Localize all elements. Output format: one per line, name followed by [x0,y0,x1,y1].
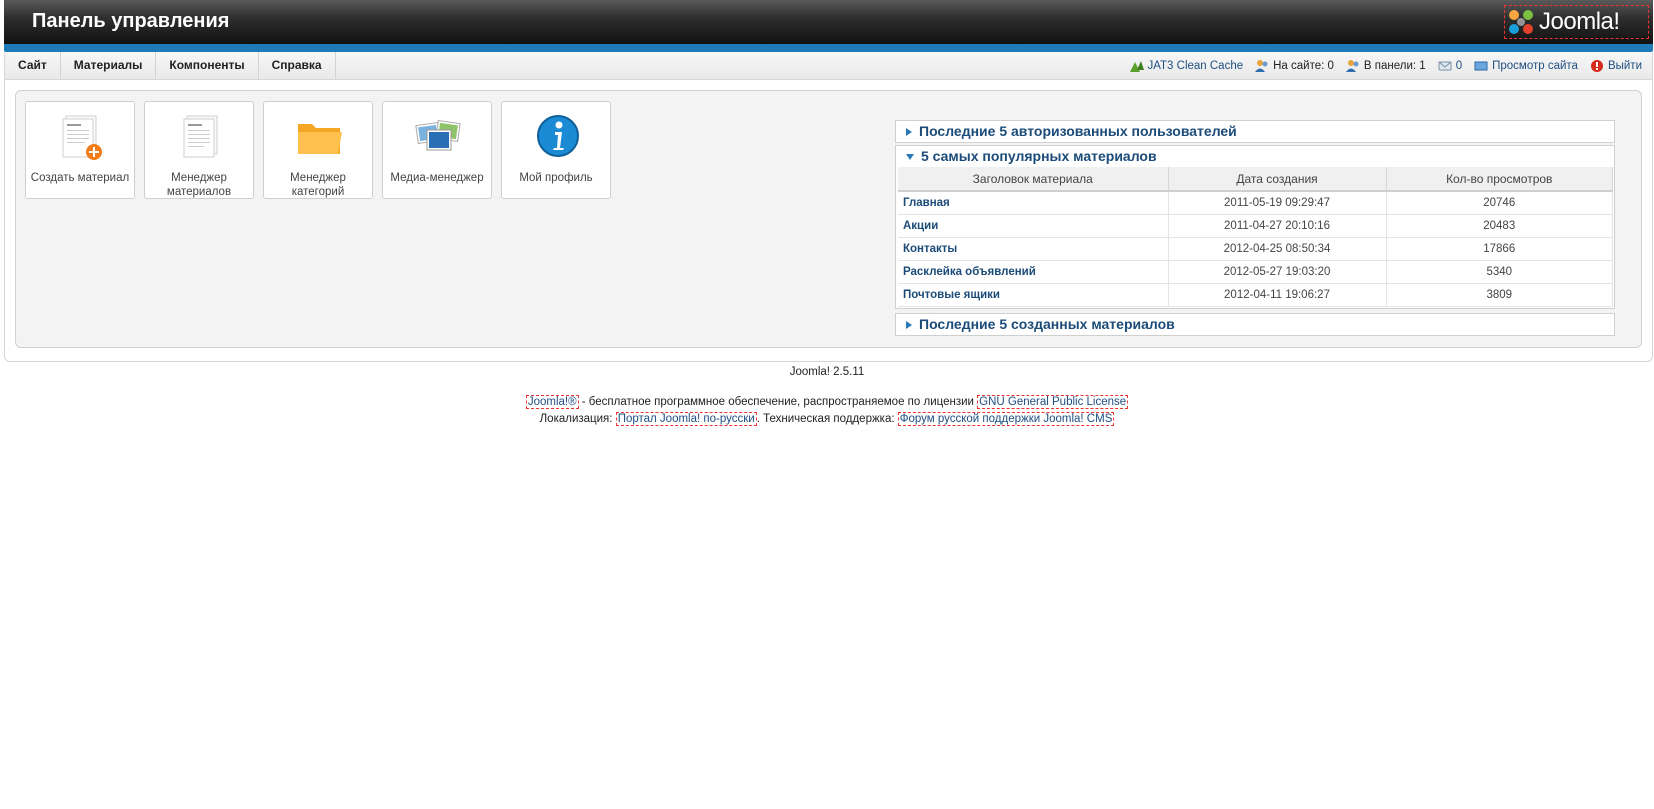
footer-version: Joomla! 2.5.11 [789,366,865,378]
module-popular-toggle[interactable]: 5 самых популярных материалов [896,146,1614,167]
messages-count: 0 [1455,59,1463,72]
hits-count: 17866 [1386,237,1613,261]
logout-label: Выйти [1607,59,1642,72]
module-latest-toggle[interactable]: Последние 5 созданных материалов [896,314,1614,335]
users-on-site-label: На сайте: 0 [1273,59,1334,72]
module-logged-users: Последние 5 авторизованных пользователей [895,120,1615,143]
quickicon-label: Медиа-менеджер [390,172,484,184]
footer-license-line: Joomla!® - бесплатное программное обеспе… [0,395,1654,409]
module-title: Последние 5 авторизованных пользователей [919,123,1237,139]
hits-count: 3809 [1386,283,1613,307]
footer-support-line: Локализация: Портал Joomla! по-русски. Т… [0,412,1654,426]
created-date: 2011-04-27 20:10:16 [1168,214,1387,238]
collapsed-arrow-icon [906,320,912,329]
collapsed-arrow-icon [906,127,912,136]
menu-item-help[interactable]: Справка [259,52,336,79]
created-date: 2012-04-25 08:50:34 [1168,237,1387,261]
menu-item-site[interactable]: Сайт [5,52,61,79]
table-row: Акции 2011-04-27 20:10:16 20483 [898,214,1613,238]
quickicon-label: Менеджер категорий [290,172,346,198]
support-forum-link[interactable]: Форум русской поддержки Joomla! CMS [897,412,1115,426]
popular-table: Заголовок материала Дата создания Кол-во… [898,167,1613,307]
article-title-link[interactable]: Расклейка объявлений [898,260,1169,284]
col-header-title[interactable]: Заголовок материала [898,167,1169,192]
view-site-label: Просмотр сайта [1492,59,1578,72]
main-menu: Сайт Материалы Компоненты Справка [5,52,336,79]
joomla-link[interactable]: Joomla!® [525,395,579,409]
created-date: 2012-04-11 19:06:27 [1168,283,1387,307]
joomla-logo[interactable]: Joomla! [1504,5,1649,39]
quickicon-category-manager[interactable]: Менеджер категорий [263,101,373,199]
monitor-icon [1474,59,1488,73]
support-label: . Техническая поддержка: [756,413,898,425]
article-title-link[interactable]: Контакты [898,237,1169,261]
created-date: 2012-05-27 19:03:20 [1168,260,1387,284]
clean-cache-label: JAT3 Clean Cache [1147,59,1244,72]
logout-icon [1590,59,1604,73]
admin-users-icon [1345,59,1360,73]
article-title-link[interactable]: Почтовые ящики [898,283,1169,307]
localization-link[interactable]: Портал Joomla! по-русски [615,412,757,426]
quickicon-label: Мой профиль [519,172,593,184]
module-title: Последние 5 созданных материалов [919,316,1175,332]
users-in-panel-label: В панели: 1 [1363,59,1426,72]
info-icon [532,112,584,164]
hits-count: 20483 [1386,214,1613,238]
localization-label: Локализация: [539,413,616,425]
status-bar: JAT3 Clean Cache На сайте: 0 В панели: 1… [1129,52,1642,79]
view-site-link[interactable]: Просмотр сайта [1474,59,1578,73]
quickicon-label: Создать материал [30,172,130,184]
article-title-link[interactable]: Акции [898,214,1169,238]
gpl-link[interactable]: GNU General Public License [977,395,1129,409]
col-header-date[interactable]: Дата создания [1168,167,1387,192]
joomla-logo-text: Joomla! [1539,8,1620,35]
users-on-site: На сайте: 0 [1255,59,1334,73]
quickicon-media-manager[interactable]: Медиа-менеджер [382,101,492,199]
logout-link[interactable]: Выйти [1590,59,1642,73]
quickicon-label: Менеджер материалов [166,172,232,198]
header-bar: Панель управления Joomla! [4,0,1653,52]
cache-icon [1129,59,1145,73]
users-icon [1255,59,1269,73]
hits-count: 5340 [1386,260,1613,284]
module-logged-users-toggle[interactable]: Последние 5 авторизованных пользователей [896,121,1614,142]
col-header-hits[interactable]: Кол-во просмотров [1386,167,1613,192]
folder-icon [294,112,346,164]
module-title: 5 самых популярных материалов [921,148,1157,164]
table-row: Почтовые ящики 2012-04-11 19:06:27 3809 [898,283,1613,307]
quickicon-add-article[interactable]: Создать материал [25,101,135,199]
table-row: Расклейка объявлений 2012-05-27 19:03:20… [898,260,1613,284]
quickicon-my-profile[interactable]: Мой профиль [501,101,611,199]
module-latest: Последние 5 созданных материалов [895,313,1615,336]
message-icon [1438,59,1452,73]
created-date: 2011-05-19 09:29:47 [1168,191,1387,215]
quickicon-article-manager[interactable]: Менеджер материалов [144,101,254,199]
license-text: - бесплатное программное обеспечение, ра… [578,396,978,408]
expanded-arrow-icon [906,153,914,160]
menu-item-components[interactable]: Компоненты [156,52,259,79]
hits-count: 20746 [1386,191,1613,215]
table-row: Главная 2011-05-19 09:29:47 20746 [898,191,1613,215]
article-manager-icon [175,112,227,164]
module-popular: 5 самых популярных материалов Заголовок … [895,145,1615,309]
menu-item-content[interactable]: Материалы [61,52,157,79]
article-title-link[interactable]: Главная [898,191,1169,215]
clean-cache-link[interactable]: JAT3 Clean Cache [1129,59,1243,73]
media-icon [413,112,465,164]
add-article-icon [56,112,108,164]
messages-link[interactable]: 0 [1438,59,1462,73]
menu-bar: Сайт Материалы Компоненты Справка JAT3 C… [4,52,1653,80]
table-row: Контакты 2012-04-25 08:50:34 17866 [898,237,1613,261]
users-in-panel: В панели: 1 [1345,59,1426,73]
page-title: Панель управления [32,10,230,32]
joomla-logo-icon [1507,8,1535,36]
